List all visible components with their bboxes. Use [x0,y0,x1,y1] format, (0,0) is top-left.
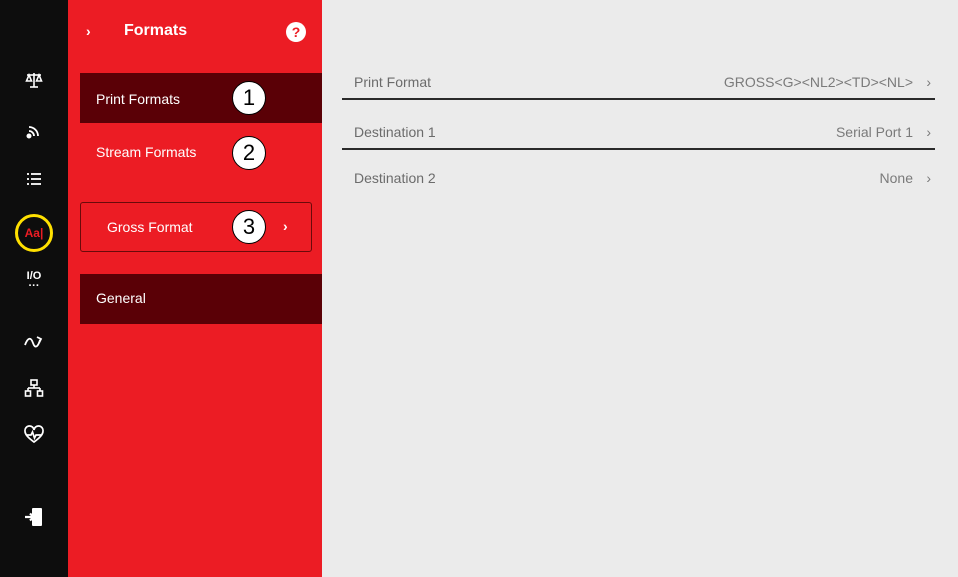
nav-item-stream-formats[interactable]: Stream Formats [80,128,322,174]
chevron-right-icon: › [283,218,288,234]
settings-content: Print Format GROSS<G><NL2><TD><NL> › Des… [322,0,958,577]
nav-item-label: Print Formats [96,91,181,107]
callout-badge-1: 1 [232,81,266,115]
setting-label: Print Format [354,74,432,90]
callout-badge-3: 3 [232,210,266,244]
nav-item-label: General [96,290,146,306]
io-icon[interactable]: I/O ··· [21,268,47,294]
callout-badge-2: 2 [232,136,266,170]
logout-icon[interactable] [21,504,47,530]
nav-item-gross-format[interactable]: Gross Format › [80,202,312,252]
setting-value: Serial Port 1 [835,124,913,140]
heart-monitor-icon[interactable] [21,422,47,448]
nav-item-label: Gross Format [107,219,193,235]
nav-item-general[interactable]: General [80,274,322,324]
expand-chevron-icon[interactable]: › [86,23,91,39]
chevron-right-icon: › [926,170,931,186]
formats-nav-panel: › Formats ? Print Formats 1 Stream Forma… [68,0,322,577]
setting-value: GROSS<G><NL2><TD><NL> [723,74,913,90]
chevron-right-icon: › [926,124,931,140]
chevron-right-icon: › [926,74,931,90]
signal-arrow-icon[interactable] [21,328,47,354]
setting-row-destination-1[interactable]: Destination 1 Serial Port 1 › [342,116,935,150]
network-icon[interactable] [21,375,47,401]
nav-header: › Formats ? [68,0,322,64]
io-dots: ··· [28,280,40,292]
help-icon[interactable]: ? [286,22,306,42]
wireless-icon[interactable] [21,118,47,144]
scale-icon[interactable] [21,67,47,93]
icon-rail: Aa| I/O ··· [0,0,68,577]
setting-row-print-format[interactable]: Print Format GROSS<G><NL2><TD><NL> › [342,66,935,100]
setting-row-destination-2[interactable]: Destination 2 None › [342,162,935,196]
nav-item-print-formats[interactable]: Print Formats [80,73,322,123]
app-window: Aa| I/O ··· › Formats ? Print Formats 1 … [0,0,958,577]
text-format-glyph: Aa| [24,226,44,240]
list-icon[interactable] [21,166,47,192]
setting-label: Destination 2 [354,170,436,186]
text-format-icon[interactable]: Aa| [21,220,47,246]
setting-label: Destination 1 [354,124,436,140]
nav-item-label: Stream Formats [96,144,197,160]
panel-title: Formats [124,22,188,39]
setting-value: None [879,170,913,186]
